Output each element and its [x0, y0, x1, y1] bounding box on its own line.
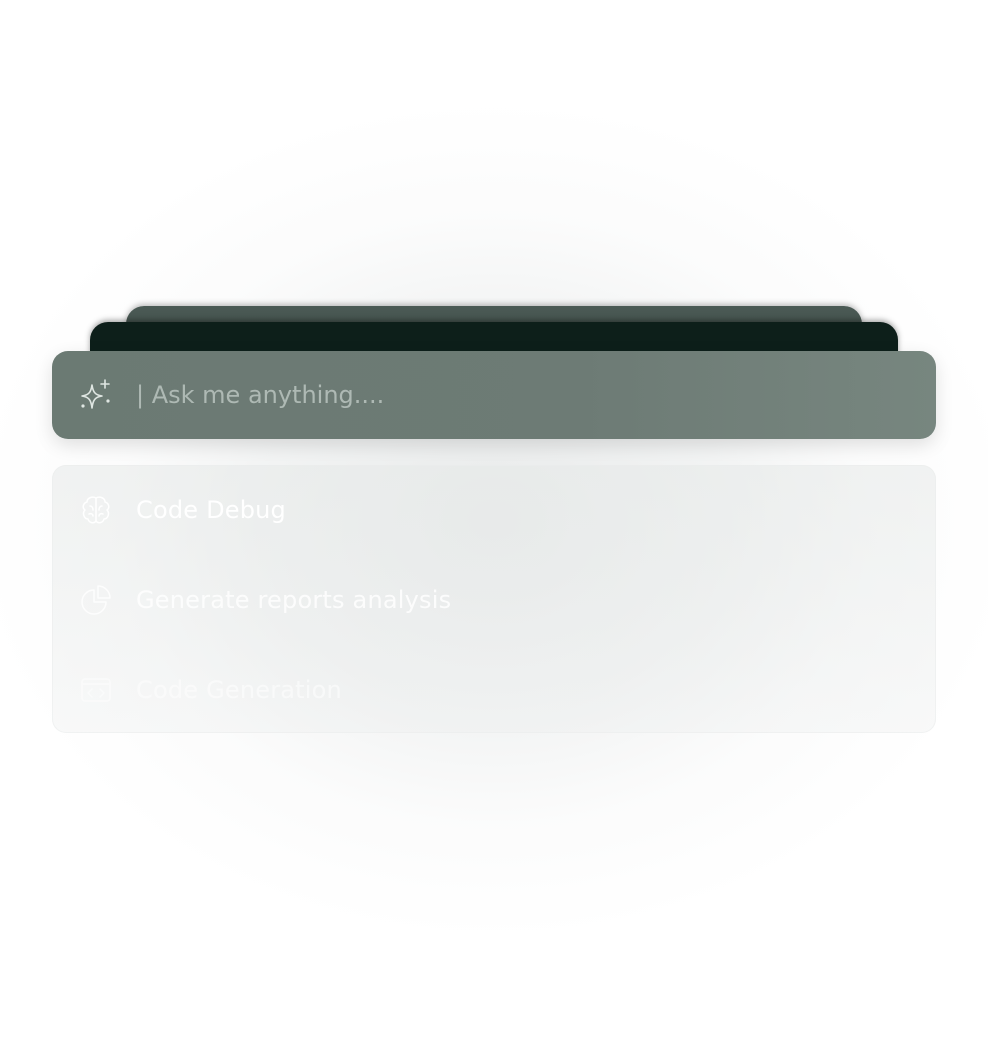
suggestion-generate-reports[interactable]: Generate reports analysis: [52, 555, 936, 645]
pie-chart-icon: [76, 580, 116, 620]
brain-icon: [76, 490, 116, 530]
suggestions-panel: Code Debug Generate reports analysis Cod…: [52, 465, 936, 733]
sparkles-icon: [76, 375, 116, 415]
suggestion-code-generation[interactable]: Code Generation: [52, 645, 936, 735]
suggestion-label: Code Debug: [136, 496, 286, 524]
suggestion-label: Generate reports analysis: [136, 586, 452, 614]
suggestion-label: Code Generation: [136, 676, 342, 704]
search-input[interactable]: [136, 381, 836, 409]
search-bar[interactable]: [52, 351, 936, 439]
code-icon: [76, 670, 116, 710]
suggestion-code-debug[interactable]: Code Debug: [52, 465, 936, 555]
